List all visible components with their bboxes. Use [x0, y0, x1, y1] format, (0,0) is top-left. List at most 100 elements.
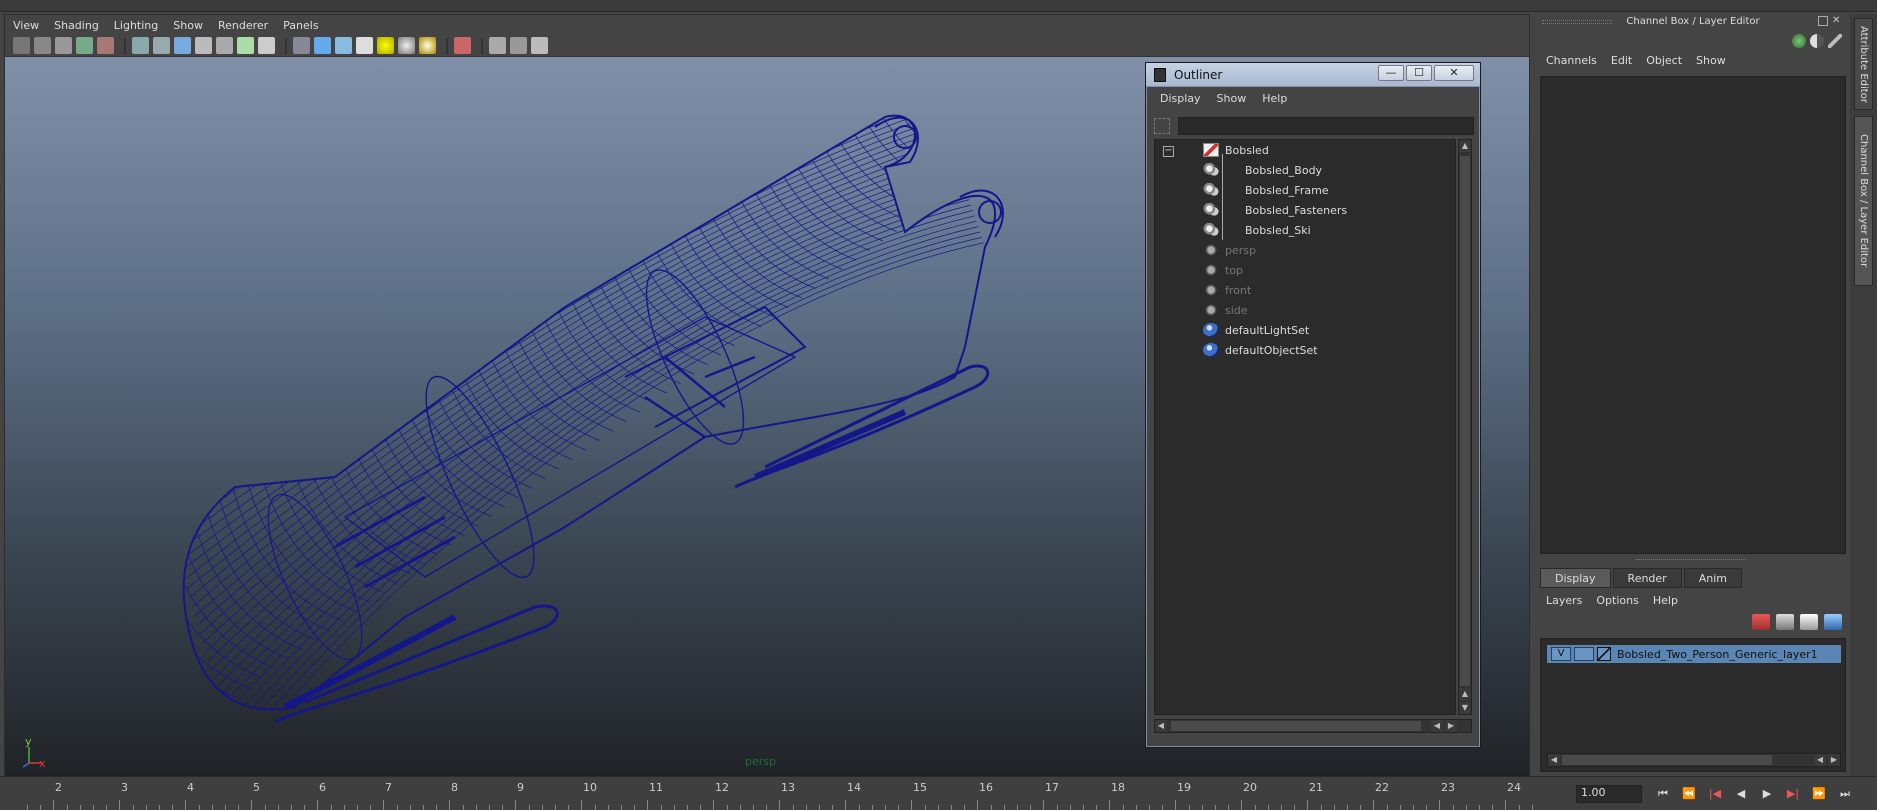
layer-horizontal-scrollbar[interactable]: ◀ ◀ ▶ — [1547, 753, 1841, 767]
resolution-gate-icon[interactable] — [153, 37, 170, 54]
outliner-item-bobsled-body[interactable]: Bobsled_Body — [1203, 160, 1322, 180]
lights-icon[interactable] — [377, 37, 394, 54]
outliner-horizontal-scrollbar[interactable]: ◀ ◀ ▶ — [1154, 719, 1472, 733]
grid-icon[interactable] — [97, 37, 114, 54]
go-to-end-button[interactable]: ⏭ — [1834, 785, 1856, 803]
menu-lighting[interactable]: Lighting — [114, 19, 158, 32]
menu-view[interactable]: View — [13, 19, 39, 32]
scroll-left-arrow-icon[interactable]: ◀ — [1548, 754, 1560, 766]
outliner-item-default-light-set[interactable]: defaultLightSet — [1203, 320, 1309, 340]
scroll-left-arrow-icon[interactable]: ◀ — [1814, 754, 1826, 766]
outliner-menu-display[interactable]: Display — [1160, 92, 1201, 105]
scroll-right-arrow-icon[interactable]: ▶ — [1828, 754, 1840, 766]
select-camera-icon[interactable] — [13, 37, 30, 54]
close-panel-icon[interactable]: ✕ — [1832, 16, 1842, 26]
manipulator-icon[interactable] — [1792, 34, 1806, 48]
tab-display[interactable]: Display — [1540, 568, 1611, 588]
scroll-up-arrow-icon[interactable]: ▲ — [1459, 688, 1471, 700]
wireframe-on-shaded-icon[interactable] — [335, 37, 352, 54]
image-plane-icon[interactable] — [76, 37, 93, 54]
splitter-handle[interactable] — [1636, 559, 1746, 563]
shadows-icon[interactable] — [398, 37, 415, 54]
bookmarks-icon[interactable] — [55, 37, 72, 54]
outliner-item-persp[interactable]: persp — [1203, 240, 1256, 260]
menu-object[interactable]: Object — [1646, 54, 1682, 67]
outliner-item-bobsled-ski[interactable]: Bobsled_Ski — [1203, 220, 1311, 240]
outliner-menu-show[interactable]: Show — [1217, 92, 1247, 105]
filter-select-icon[interactable] — [1154, 118, 1170, 134]
smooth-shade-icon[interactable] — [314, 37, 331, 54]
layer-playback-toggle[interactable] — [1574, 647, 1594, 661]
scroll-left-arrow-icon[interactable]: ◀ — [1431, 720, 1443, 732]
step-back-frame-button[interactable]: |◀ — [1704, 785, 1726, 803]
play-forwards-button[interactable]: ▶ — [1756, 785, 1778, 803]
text-icon[interactable] — [258, 37, 275, 54]
scroll-thumb[interactable] — [1460, 156, 1470, 686]
menu-shading[interactable]: Shading — [54, 19, 99, 32]
step-back-key-button[interactable]: ⏪ — [1678, 785, 1700, 803]
minimize-button[interactable]: — — [1378, 65, 1404, 81]
textured-icon[interactable] — [356, 37, 373, 54]
layer-row[interactable]: V Bobsled_Two_Person_Generic_layer1 — [1547, 645, 1841, 663]
new-layer-from-selected-icon[interactable] — [1824, 614, 1842, 630]
wireframe-icon[interactable] — [293, 37, 310, 54]
pin-icon[interactable] — [1828, 34, 1842, 48]
tab-anim[interactable]: Anim — [1683, 568, 1742, 588]
outliner-item-front[interactable]: front — [1203, 280, 1251, 300]
ambient-occlusion-icon[interactable] — [419, 37, 436, 54]
outliner-item-default-object-set[interactable]: defaultObjectSet — [1203, 340, 1318, 360]
safe-title-icon[interactable] — [237, 37, 254, 54]
menu-show[interactable]: Show — [173, 19, 203, 32]
gate-mask-icon[interactable] — [174, 37, 191, 54]
menu-layers[interactable]: Layers — [1546, 594, 1582, 607]
float-panel-icon[interactable] — [1818, 16, 1828, 26]
isolate-select-icon[interactable] — [454, 37, 471, 54]
speed-icon[interactable] — [1810, 34, 1824, 48]
tab-attribute-editor[interactable]: Attribute Editor — [1854, 18, 1873, 110]
outliner-menu-help[interactable]: Help — [1262, 92, 1287, 105]
menu-edit[interactable]: Edit — [1611, 54, 1632, 67]
menu-help[interactable]: Help — [1653, 594, 1678, 607]
xray-active-icon[interactable] — [510, 37, 527, 54]
xray-icon[interactable] — [489, 37, 506, 54]
play-backwards-button[interactable]: ◀ — [1730, 785, 1752, 803]
tab-render[interactable]: Render — [1612, 568, 1682, 588]
layer-color-swatch[interactable] — [1597, 647, 1611, 661]
safe-action-icon[interactable] — [216, 37, 233, 54]
outliner-item-side[interactable]: side — [1203, 300, 1248, 320]
menu-show[interactable]: Show — [1696, 54, 1726, 67]
scroll-down-arrow-icon[interactable]: ▼ — [1459, 702, 1471, 714]
step-forward-frame-button[interactable]: ▶| — [1782, 785, 1804, 803]
move-layer-up-icon[interactable] — [1752, 614, 1770, 630]
layer-visibility-toggle[interactable]: V — [1551, 647, 1571, 661]
outliner-title-bar[interactable]: Outliner — ☐ ✕ — [1146, 63, 1480, 87]
menu-options[interactable]: Options — [1596, 594, 1638, 607]
scroll-thumb[interactable] — [1562, 755, 1772, 765]
menu-panels[interactable]: Panels — [283, 19, 318, 32]
collapse-toggle[interactable]: − — [1163, 146, 1174, 157]
outliner-item-bobsled[interactable]: Bobsled — [1203, 140, 1269, 160]
outliner-item-bobsled-frame[interactable]: Bobsled_Frame — [1203, 180, 1329, 200]
time-slider[interactable]: 2 3 4 5 6 7 8 9 10 11 12 13 14 15 16 17 18 19 20 21 22 23 24 — [0, 776, 1540, 810]
new-layer-icon[interactable] — [1800, 614, 1818, 630]
move-layer-down-icon[interactable] — [1776, 614, 1794, 630]
outliner-filter-input[interactable] — [1178, 117, 1474, 135]
scroll-right-arrow-icon[interactable]: ▶ — [1445, 720, 1457, 732]
outliner-item-top[interactable]: top — [1203, 260, 1243, 280]
menu-channels[interactable]: Channels — [1546, 54, 1597, 67]
camera-attributes-icon[interactable] — [34, 37, 51, 54]
scroll-thumb[interactable] — [1171, 721, 1421, 731]
scroll-up-arrow-icon[interactable]: ▲ — [1459, 140, 1471, 152]
film-gate-icon[interactable] — [132, 37, 149, 54]
xray-joints-icon[interactable] — [531, 37, 548, 54]
close-button[interactable]: ✕ — [1434, 65, 1474, 81]
tab-channel-box-layer-editor[interactable]: Channel Box / Layer Editor — [1854, 116, 1873, 286]
outliner-item-bobsled-fasteners[interactable]: Bobsled_Fasteners — [1203, 200, 1347, 220]
scroll-left-arrow-icon[interactable]: ◀ — [1155, 720, 1167, 732]
menu-renderer[interactable]: Renderer — [218, 19, 268, 32]
outliner-vertical-scrollbar[interactable]: ▲ ▲ ▼ — [1458, 139, 1472, 715]
maximize-button[interactable]: ☐ — [1406, 65, 1432, 81]
go-to-start-button[interactable]: ⏮ — [1652, 785, 1674, 803]
field-chart-icon[interactable] — [195, 37, 212, 54]
current-frame-field[interactable]: 1.00 — [1576, 784, 1642, 803]
